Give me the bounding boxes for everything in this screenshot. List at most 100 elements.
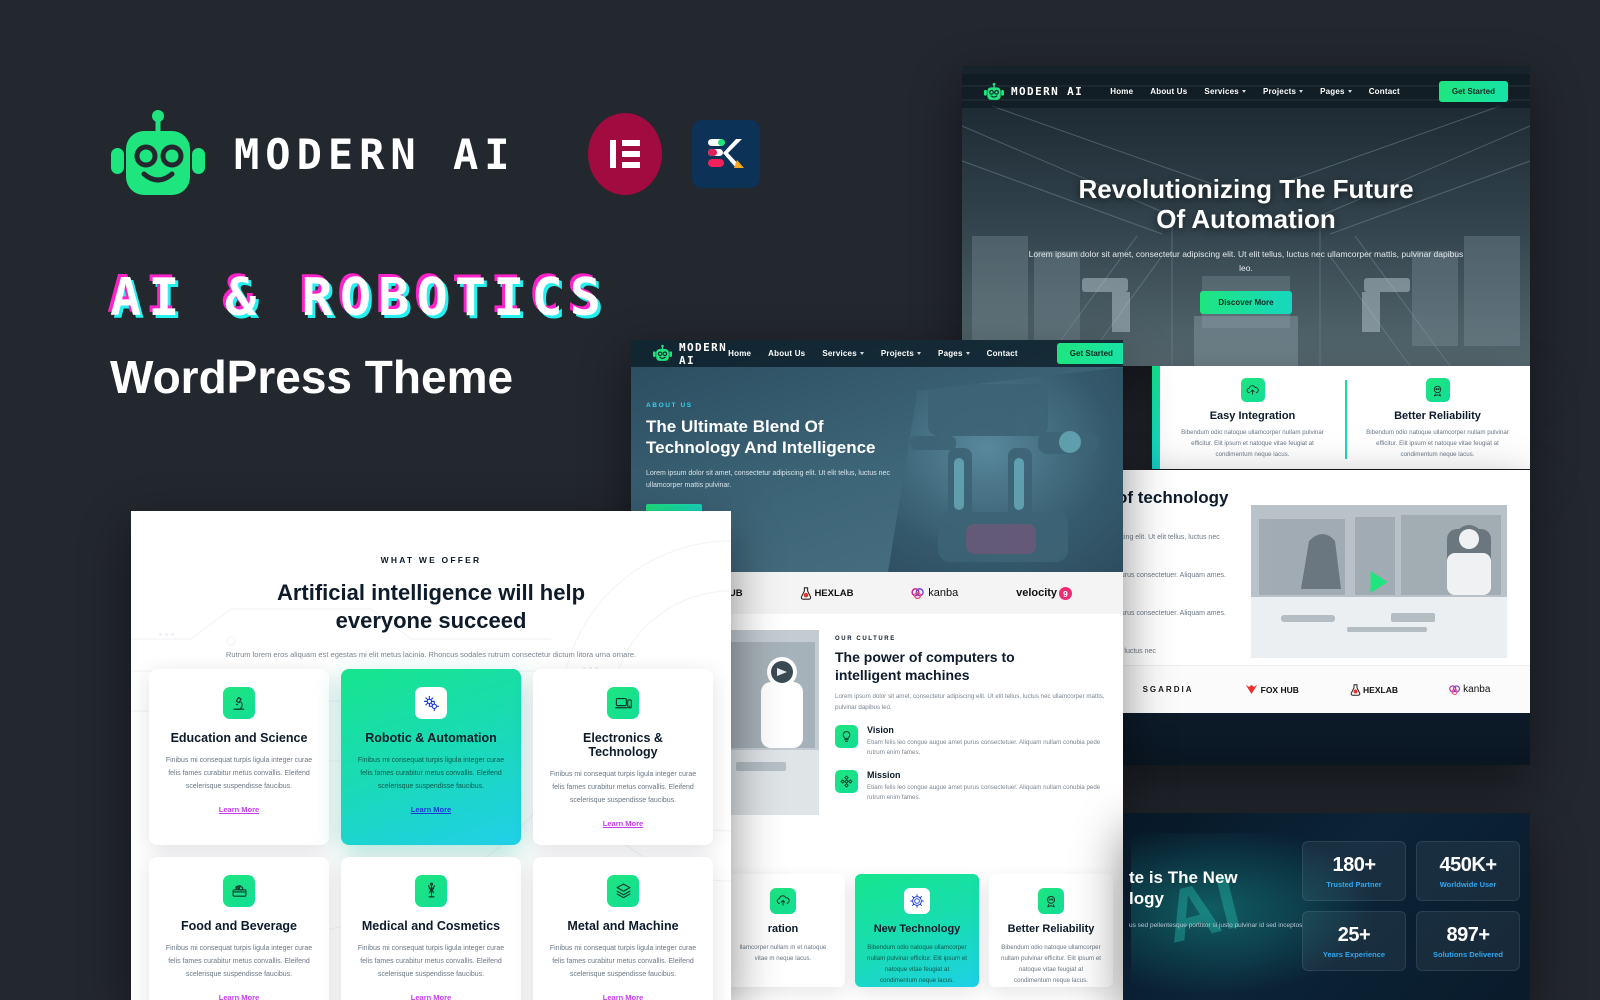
- newtech-card-integration[interactable]: ration llamcorper nullam m et natoque vi…: [721, 874, 845, 987]
- newtech-card-title: Better Reliability: [1007, 923, 1095, 935]
- play-icon[interactable]: [1370, 570, 1388, 593]
- newtech-card-new-technology[interactable]: New Technology Bibendum odio natoque ull…: [855, 874, 979, 987]
- site-nav[interactable]: MODERN AI Home About Us Services Project…: [631, 340, 1123, 367]
- offer-title-line2: everyone succeed: [335, 607, 527, 633]
- about-eyebrow: ABOUT US: [646, 402, 693, 409]
- nav-item-projects[interactable]: Projects: [880, 349, 922, 358]
- poster-stage: MODERN AI AI & ROBOTICS AI & ROBOTICS AI…: [0, 0, 1600, 1000]
- robot-icon: [110, 108, 206, 200]
- gears-icon: [415, 687, 447, 719]
- nav-label: Projects: [1262, 86, 1297, 96]
- offer-card-text: Finibus mi consequat turpis ligula integ…: [549, 771, 697, 804]
- nav-label: Home: [728, 349, 752, 358]
- technology-section-mockup[interactable]: of technology scing elit. Ut elit tellus…: [1103, 470, 1530, 765]
- about-robot-image: [888, 366, 1123, 572]
- nav-item-pages[interactable]: Pages: [938, 349, 970, 358]
- culture-item-vision: Vision Etiam felis leo congue augue amet…: [835, 724, 1111, 759]
- learn-more-link[interactable]: Learn More: [603, 819, 643, 828]
- learn-more-link[interactable]: Learn More: [219, 805, 259, 814]
- chip-icon: [904, 888, 930, 914]
- learn-more-link[interactable]: Learn More: [219, 993, 259, 1000]
- brand-row: MODERN AI: [110, 108, 760, 200]
- nav-logo[interactable]: MODERN AI: [653, 341, 728, 367]
- offer-card-text: Finibus mi consequat turpis ligula integ…: [357, 944, 505, 978]
- stat-card-trusted-partner: 180+ Trusted Partner: [1302, 841, 1406, 901]
- nav-label: Contact: [1368, 86, 1400, 96]
- learn-more-link[interactable]: Learn More: [411, 805, 451, 814]
- badge-robot-icon: [1425, 378, 1450, 402]
- learn-more-link[interactable]: Learn More: [411, 993, 451, 1000]
- nav-menu[interactable]: Home About Us Services Projects Pages Co…: [728, 343, 1123, 364]
- stat-value: 180+: [1332, 854, 1376, 876]
- partner-logo-strip: SGARDIA FOX HUB HEXLAB kanba: [1103, 665, 1530, 713]
- offer-card-robotic-and-automation[interactable]: Robotic & Automation Finibus mi consequa…: [341, 669, 521, 845]
- chevron-down-icon: [965, 352, 970, 355]
- newtech-card-better-reliability[interactable]: Better Reliability Bibendum odio natoque…: [989, 874, 1113, 987]
- stat-label: Worldwide User: [1439, 880, 1497, 889]
- logo-kanba: kanba: [911, 587, 958, 599]
- feature-text: Bibendum odio natoque ullamcorper nullam…: [1366, 429, 1509, 458]
- chevron-down-icon: [1299, 89, 1304, 93]
- about-navbar[interactable]: MODERN AI Home About Us Services Project…: [631, 340, 1123, 367]
- hero-title: Revolutionizing The Future Of Automation: [1022, 174, 1470, 234]
- offer-section-mockup[interactable]: WHAT WE OFFER Artificial intelligence wi…: [131, 511, 731, 1000]
- headline-main-layer: AI & ROBOTICS: [110, 268, 608, 328]
- offer-card-title: Food and Beverage: [181, 918, 297, 933]
- logo-kanba: kanba: [1449, 684, 1490, 695]
- newtech-card-row: ration llamcorper nullam m et natoque vi…: [711, 868, 1123, 987]
- stat-card-years-experience: 25+ Years Experience: [1302, 911, 1406, 971]
- elementor-badge: [587, 113, 662, 195]
- nav-item-pages[interactable]: Pages: [1320, 87, 1352, 96]
- svg-text:9: 9: [1063, 588, 1068, 598]
- offer-card-metal-and-machine[interactable]: Metal and Machine Finibus mi consequat t…: [533, 856, 713, 1000]
- nav-label: Projects: [880, 349, 915, 358]
- nav-item-about-us[interactable]: About Us: [768, 349, 805, 358]
- get-started-button[interactable]: Get Started: [1056, 343, 1123, 364]
- features-strip-mockup[interactable]: Easy Integration Bibendum odio natoque u…: [1152, 366, 1530, 469]
- hero-page-mockup[interactable]: MODERN AI Home About Us Services Project…: [962, 66, 1530, 366]
- discover-more-button[interactable]: Discover More: [1200, 291, 1292, 315]
- newtech-card-text: Bibendum odio natoque ullamcorper nullam…: [1001, 944, 1101, 985]
- flask-icon: [1350, 683, 1361, 696]
- nav-brand-label: MODERN AI: [1011, 84, 1084, 98]
- culture-copy: OUR CULTURE The power of computers to in…: [819, 630, 1123, 830]
- newtech-cards-mockup[interactable]: ration llamcorper nullam m et natoque vi…: [711, 868, 1123, 1000]
- technology-video-thumbnail[interactable]: [1251, 505, 1507, 658]
- nav-label: Home: [1110, 86, 1134, 96]
- get-started-button[interactable]: Get Started: [1438, 80, 1508, 102]
- stats-section-mockup[interactable]: te is The New logy us sed pellentesque p…: [1123, 813, 1530, 1000]
- feature-card-easy-integration[interactable]: Easy Integration Bibendum odio natoque u…: [1160, 366, 1345, 469]
- hero-navbar[interactable]: MODERN AI Home About Us Services Project…: [962, 74, 1530, 108]
- offer-card-text: Finibus mi consequat turpis ligula integ…: [549, 944, 697, 978]
- nav-item-contact[interactable]: Contact: [987, 349, 1018, 358]
- feature-card-better-reliability[interactable]: Better Reliability Bibendum odio natoque…: [1345, 366, 1530, 469]
- nav-item-services[interactable]: Services: [1204, 87, 1246, 96]
- chevron-down-icon: [1241, 89, 1246, 93]
- feature-card-row: Easy Integration Bibendum odio natoque u…: [1160, 366, 1530, 469]
- offer-card-medical-and-cosmetics[interactable]: Medical and Cosmetics Finibus mi consequ…: [341, 856, 521, 1000]
- nav-item-services[interactable]: Services: [822, 349, 864, 358]
- nav-item-about-us[interactable]: About Us: [1150, 87, 1187, 96]
- nav-item-home[interactable]: Home: [1110, 87, 1133, 96]
- nav-item-home[interactable]: Home: [728, 349, 751, 358]
- offer-card-title: Robotic & Automation: [365, 731, 497, 745]
- offer-card-education-and-science[interactable]: Education and Science Finibus mi consequ…: [149, 669, 329, 845]
- poster-headline: AI & ROBOTICS AI & ROBOTICS AI & ROBOTIC…: [107, 269, 750, 327]
- nav-item-projects[interactable]: Projects: [1262, 86, 1304, 96]
- lightbulb-icon: [835, 724, 858, 748]
- feature-title: Better Reliability: [1394, 410, 1481, 422]
- nav-label: Pages: [1320, 86, 1345, 96]
- nav-menu[interactable]: Home About Us Services Projects Pages Co…: [1110, 80, 1508, 102]
- hero-title-line1: Revolutionizing The Future: [1078, 174, 1414, 204]
- nav-logo[interactable]: MODERN AI: [984, 82, 1083, 101]
- culture-item-text-block: Mission Etiam felis leo congue augue ame…: [867, 770, 1111, 804]
- hero-title-line2: Of Automation: [1156, 204, 1336, 235]
- offer-card-electronics-and-technology[interactable]: Electronics & Technology Finibus mi cons…: [533, 669, 713, 845]
- site-nav[interactable]: MODERN AI Home About Us Services Project…: [962, 74, 1530, 108]
- offer-card-food-and-beverage[interactable]: Food and Beverage Finibus mi consequat t…: [149, 856, 329, 1000]
- nav-item-contact[interactable]: Contact: [1369, 87, 1400, 96]
- brand-wordmark: MODERN AI: [234, 129, 516, 179]
- learn-more-link[interactable]: Learn More: [603, 993, 643, 1000]
- offer-card-text: Finibus mi consequat turpis ligula integ…: [165, 757, 313, 790]
- logo-sgardia: SGARDIA: [1142, 685, 1194, 694]
